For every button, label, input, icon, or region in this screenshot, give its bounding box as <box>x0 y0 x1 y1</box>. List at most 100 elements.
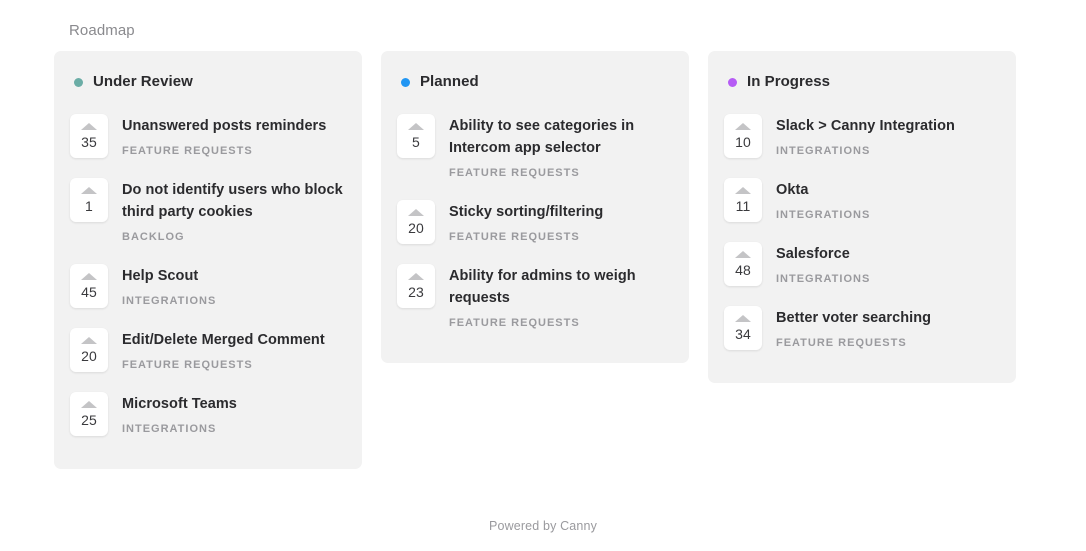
post-title[interactable]: Microsoft Teams <box>122 393 346 415</box>
post-body: Ability for admins to weigh requests Feat… <box>449 264 673 330</box>
vote-count: 1 <box>85 197 93 214</box>
roadmap-post[interactable]: 23 Ability for admins to weigh requests Fe… <box>397 255 673 341</box>
roadmap-post[interactable]: 34 Better voter searching Feature Requests <box>724 297 1000 361</box>
post-title[interactable]: Salesforce <box>776 243 1000 265</box>
column-title: Planned <box>420 73 479 90</box>
roadmap-post[interactable]: 5 Ability to see categories in Intercom a… <box>397 105 673 191</box>
upvote-arrow-icon <box>81 336 97 344</box>
vote-count: 20 <box>81 347 97 364</box>
post-title[interactable]: Sticky sorting/filtering <box>449 201 673 223</box>
post-body: Slack > Canny Integration Integrations <box>776 114 1000 158</box>
post-category: Integrations <box>122 295 217 307</box>
post-list: 5 Ability to see categories in Intercom a… <box>397 105 673 341</box>
status-dot-icon <box>401 77 410 87</box>
vote-count: 35 <box>81 133 97 150</box>
post-title[interactable]: Do not identify users who block third pa… <box>122 179 346 223</box>
post-title[interactable]: Better voter searching <box>776 307 1000 329</box>
post-body: Unanswered posts reminders Feature Reques… <box>122 114 346 158</box>
vote-button[interactable]: 11 <box>724 178 762 222</box>
upvote-arrow-icon <box>81 122 97 130</box>
footer: Powered by Canny <box>0 517 1086 535</box>
roadmap-page: Roadmap Under Review 35 Unanswered posts r… <box>0 0 1086 551</box>
vote-button[interactable]: 48 <box>724 242 762 286</box>
roadmap-post[interactable]: 35 Unanswered posts reminders Feature Requ… <box>70 105 346 169</box>
post-category: Integrations <box>776 273 871 285</box>
roadmap-board: Under Review 35 Unanswered posts reminders… <box>54 51 1016 469</box>
post-category: Feature Requests <box>122 359 253 371</box>
post-category: Backlog <box>122 231 185 243</box>
column-header: In Progress <box>724 67 1000 93</box>
roadmap-post[interactable]: 25 Microsoft Teams Integrations <box>70 383 346 447</box>
powered-by-canny-link[interactable]: Powered by Canny <box>489 519 597 533</box>
vote-count: 34 <box>735 325 751 342</box>
upvote-arrow-icon <box>81 400 97 408</box>
vote-button[interactable]: 45 <box>70 264 108 308</box>
post-category: Feature Requests <box>449 317 580 329</box>
vote-count: 23 <box>408 283 424 300</box>
post-body: Do not identify users who block third pa… <box>122 178 346 244</box>
post-title[interactable]: Edit/Delete Merged Comment <box>122 329 346 351</box>
vote-button[interactable]: 1 <box>70 178 108 222</box>
post-body: Salesforce Integrations <box>776 242 1000 286</box>
vote-button[interactable]: 5 <box>397 114 435 158</box>
post-body: Better voter searching Feature Requests <box>776 306 1000 350</box>
post-category: Integrations <box>122 423 217 435</box>
vote-button[interactable]: 25 <box>70 392 108 436</box>
upvote-arrow-icon <box>735 186 751 194</box>
status-dot-icon <box>74 77 83 87</box>
upvote-arrow-icon <box>408 122 424 130</box>
upvote-arrow-icon <box>408 208 424 216</box>
vote-count: 25 <box>81 411 97 428</box>
upvote-arrow-icon <box>735 250 751 258</box>
upvote-arrow-icon <box>735 122 751 130</box>
roadmap-post[interactable]: 20 Edit/Delete Merged Comment Feature Requ… <box>70 319 346 383</box>
roadmap-post[interactable]: 48 Salesforce Integrations <box>724 233 1000 297</box>
post-list: 35 Unanswered posts reminders Feature Requ… <box>70 105 346 447</box>
post-category: Integrations <box>776 209 871 221</box>
vote-count: 45 <box>81 283 97 300</box>
vote-count: 10 <box>735 133 751 150</box>
vote-button[interactable]: 20 <box>70 328 108 372</box>
vote-button[interactable]: 23 <box>397 264 435 308</box>
post-body: Edit/Delete Merged Comment Feature Reques… <box>122 328 346 372</box>
roadmap-column: In Progress 10 Slack > Canny Integration In… <box>708 51 1016 383</box>
vote-button[interactable]: 34 <box>724 306 762 350</box>
post-title[interactable]: Unanswered posts reminders <box>122 115 346 137</box>
column-header: Under Review <box>70 67 346 93</box>
vote-button[interactable]: 20 <box>397 200 435 244</box>
column-header: Planned <box>397 67 673 93</box>
post-body: Sticky sorting/filtering Feature Requests <box>449 200 673 244</box>
roadmap-column: Planned 5 Ability to see categories in Int… <box>381 51 689 363</box>
column-title: In Progress <box>747 73 831 90</box>
vote-count: 48 <box>735 261 751 278</box>
post-title[interactable]: Help Scout <box>122 265 346 287</box>
post-category: Feature Requests <box>122 145 253 157</box>
post-title[interactable]: Slack > Canny Integration <box>776 115 1000 137</box>
upvote-arrow-icon <box>735 314 751 322</box>
post-title[interactable]: Okta <box>776 179 1000 201</box>
status-dot-icon <box>728 77 737 87</box>
post-body: Help Scout Integrations <box>122 264 346 308</box>
vote-count: 11 <box>735 197 751 214</box>
roadmap-post[interactable]: 1 Do not identify users who block third p… <box>70 169 346 255</box>
post-category: Feature Requests <box>449 167 580 179</box>
vote-button[interactable]: 35 <box>70 114 108 158</box>
post-category: Feature Requests <box>449 231 580 243</box>
upvote-arrow-icon <box>81 272 97 280</box>
post-body: Microsoft Teams Integrations <box>122 392 346 436</box>
roadmap-post[interactable]: 11 Okta Integrations <box>724 169 1000 233</box>
roadmap-post[interactable]: 20 Sticky sorting/filtering Feature Reques… <box>397 191 673 255</box>
post-list: 10 Slack > Canny Integration Integrations 1… <box>724 105 1000 361</box>
roadmap-post[interactable]: 45 Help Scout Integrations <box>70 255 346 319</box>
post-body: Okta Integrations <box>776 178 1000 222</box>
post-title[interactable]: Ability to see categories in Intercom ap… <box>449 115 673 159</box>
vote-button[interactable]: 10 <box>724 114 762 158</box>
upvote-arrow-icon <box>81 186 97 194</box>
roadmap-post[interactable]: 10 Slack > Canny Integration Integrations <box>724 105 1000 169</box>
upvote-arrow-icon <box>408 272 424 280</box>
post-title[interactable]: Ability for admins to weigh requests <box>449 265 673 309</box>
column-title: Under Review <box>93 73 193 90</box>
vote-count: 5 <box>412 133 420 150</box>
post-category: Integrations <box>776 145 871 157</box>
page-title: Roadmap <box>69 22 135 39</box>
